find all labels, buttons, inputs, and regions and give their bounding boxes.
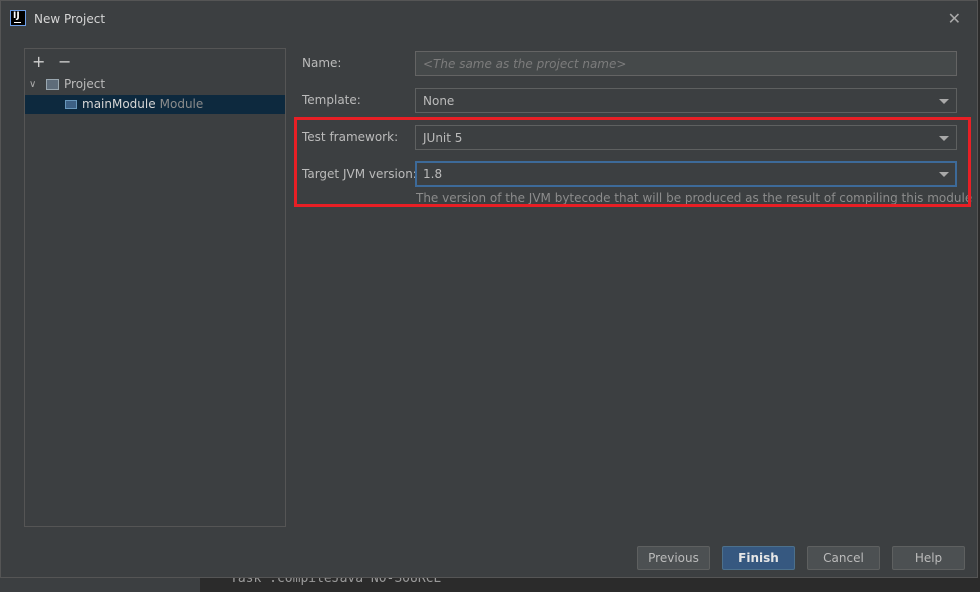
help-button[interactable]: Help (892, 546, 965, 570)
template-value: None (423, 94, 455, 108)
project-icon (46, 79, 59, 90)
name-label: Name: (302, 56, 342, 70)
tree-item-project[interactable]: ∨ Project (25, 75, 285, 94)
tree-item-project-label: Project (64, 77, 106, 91)
name-field[interactable] (415, 51, 957, 76)
module-name: mainModule (82, 97, 156, 111)
module-icon (65, 100, 77, 109)
dropdown-arrow-icon (939, 99, 949, 104)
template-dropdown[interactable]: None (415, 88, 957, 113)
tree-item-module-label: mainModule Module (82, 95, 203, 114)
finish-button[interactable]: Finish (722, 546, 795, 570)
module-type: Module (159, 97, 204, 111)
background-left-area (0, 578, 200, 592)
cancel-button[interactable]: Cancel (807, 546, 880, 570)
template-label: Template: (302, 93, 361, 107)
dialog-title: New Project (34, 12, 106, 26)
previous-button[interactable]: Previous (637, 546, 710, 570)
remove-icon[interactable]: − (58, 52, 71, 71)
tree-item-module[interactable]: mainModule Module (25, 95, 285, 114)
title-bar: IJ New Project ✕ (1, 1, 977, 35)
new-project-dialog: IJ New Project ✕ + − ∨ Project mainModul… (0, 0, 978, 578)
intellij-app-icon: IJ (10, 10, 26, 26)
module-tree-panel: + − ∨ Project mainModule Module (24, 48, 286, 527)
background-console-text: Task :compileJava NO-SOURCE (230, 578, 442, 586)
chevron-down-icon[interactable]: ∨ (29, 75, 36, 94)
background-console: Task :compileJava NO-SOURCE (200, 578, 980, 592)
add-icon[interactable]: + (32, 52, 45, 71)
highlight-box (294, 117, 971, 207)
close-icon[interactable]: ✕ (948, 9, 961, 28)
